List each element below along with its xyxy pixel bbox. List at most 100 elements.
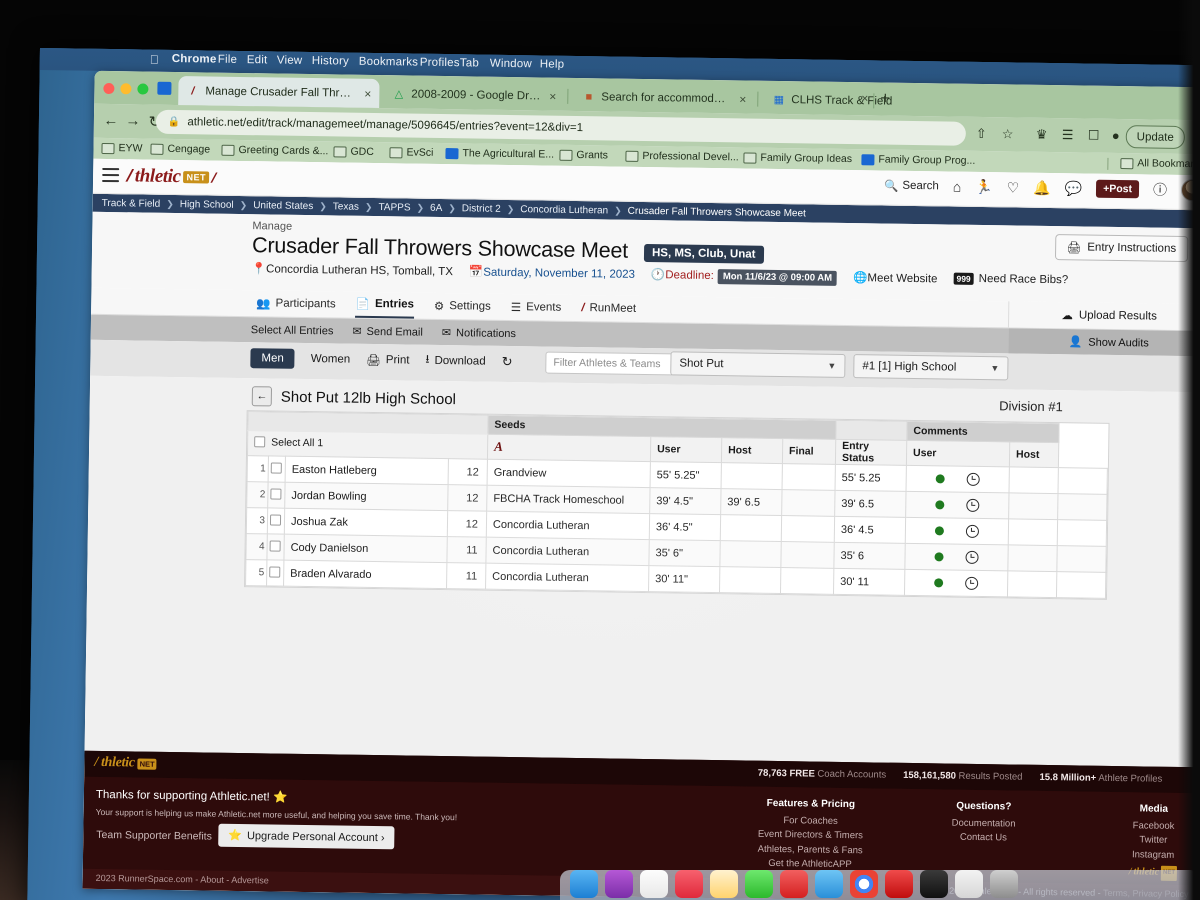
bell-icon[interactable]: 🔔 xyxy=(1033,179,1051,196)
seed-a[interactable]: 36' 4.5" xyxy=(649,513,721,541)
window-maximize-button[interactable] xyxy=(137,83,149,95)
dock-icon-messages[interactable] xyxy=(745,870,773,898)
comment-host[interactable] xyxy=(1056,571,1106,599)
entry-status[interactable] xyxy=(904,569,1008,597)
dock-icon-chrome[interactable] xyxy=(850,870,878,898)
breadcrumb-item-7[interactable]: Concordia Lutheran xyxy=(520,204,608,216)
dock-icon-dark-app[interactable] xyxy=(920,870,948,898)
forward-button[interactable]: → xyxy=(124,112,142,129)
breadcrumb-item-6[interactable]: District 2 xyxy=(462,203,501,215)
breadcrumb-item-0[interactable]: Track & Field xyxy=(102,197,161,209)
row-checkbox[interactable] xyxy=(270,461,282,474)
entry-status[interactable] xyxy=(905,491,1010,519)
comment-host[interactable] xyxy=(1057,519,1107,547)
browser-tab-1[interactable]: △ 2008-2009 - Google Drive × xyxy=(384,79,564,111)
meet-website-link[interactable]: 🌐Meet Website xyxy=(853,270,938,285)
browser-tab-3[interactable]: ▦ CLHS Track & Field xyxy=(764,85,914,116)
menu-bookmarks[interactable]: Bookmarks xyxy=(359,56,418,69)
row-checkbox-cell[interactable] xyxy=(266,559,284,587)
browser-tab-2[interactable]: ■ Search for accommodations in × xyxy=(574,82,754,114)
clock-icon[interactable] xyxy=(965,524,980,538)
athlete-team[interactable]: FBCHA Track Homeschool xyxy=(486,485,651,514)
hamburger-menu-icon[interactable] xyxy=(102,167,120,186)
dock-icon-netflix[interactable] xyxy=(885,870,913,898)
comment-user[interactable] xyxy=(1008,492,1059,520)
row-checkbox[interactable] xyxy=(269,513,282,526)
breadcrumb-item-1[interactable]: High School xyxy=(180,199,234,211)
division-select[interactable]: #1 [1] High School ▼ xyxy=(853,354,1009,381)
refresh-icon[interactable]: ↻ xyxy=(502,354,513,370)
back-to-events-button[interactable]: ← xyxy=(251,386,273,407)
athlete-name[interactable]: Cody Danielson xyxy=(283,534,448,563)
athlete-name[interactable]: Braden Alvarado xyxy=(283,560,447,589)
filter-athletes-teams-input[interactable]: Filter Athletes & Teams xyxy=(545,351,676,376)
bookmark-1[interactable]: Cengage xyxy=(150,143,210,156)
menu-file[interactable]: File xyxy=(218,54,238,66)
menu-chrome[interactable]: Chrome xyxy=(172,53,217,66)
seed-host[interactable] xyxy=(782,463,836,491)
row-checkbox[interactable] xyxy=(270,487,282,500)
seed-a[interactable]: 39' 4.5" xyxy=(649,487,722,515)
menu-edit[interactable]: Edit xyxy=(247,54,268,66)
breadcrumb-item-5[interactable]: 6A xyxy=(430,202,442,213)
send-email-button[interactable]: ✉ Send Email xyxy=(352,325,423,339)
row-checkbox-cell[interactable] xyxy=(267,507,285,535)
tab-events[interactable]: ☰ Events xyxy=(511,294,562,321)
tab-search-icon[interactable] xyxy=(157,81,172,95)
update-button[interactable]: Update xyxy=(1125,125,1185,149)
heart-icon[interactable]: ♡ xyxy=(1007,179,1020,196)
bookmark-0[interactable]: EYW xyxy=(101,142,143,155)
seed-user[interactable] xyxy=(719,540,782,568)
clock-icon[interactable] xyxy=(965,550,979,564)
browser-tab-3-close-icon[interactable]: × xyxy=(861,91,868,105)
help-icon[interactable]: ⓘ xyxy=(1153,180,1167,200)
seed-user[interactable] xyxy=(720,514,782,542)
window-close-button[interactable] xyxy=(103,82,115,95)
chat-icon[interactable]: 💬 xyxy=(1065,180,1083,197)
clock-icon[interactable] xyxy=(966,472,980,486)
download-button[interactable]: ⭳ Download xyxy=(425,351,485,371)
menu-profiles[interactable]: Profiles xyxy=(420,57,460,70)
dock-icon-mail[interactable] xyxy=(815,870,843,898)
browser-tab-2-close-icon[interactable]: × xyxy=(737,92,746,106)
select-all-entries-button[interactable]: Select All Entries xyxy=(251,324,334,337)
menu-tab[interactable]: Tab xyxy=(460,57,479,69)
entry-status[interactable] xyxy=(906,465,1010,493)
clock-icon[interactable] xyxy=(966,498,980,512)
event-select[interactable]: Shot Put ▼ xyxy=(670,351,846,378)
athlete-team[interactable]: Concordia Lutheran xyxy=(485,537,650,566)
bookmark-9[interactable]: Family Group Prog... xyxy=(861,153,975,167)
gender-toggle-women[interactable]: Women xyxy=(311,353,351,366)
seed-host[interactable] xyxy=(780,541,835,569)
runner-icon[interactable]: 🏃 xyxy=(975,178,993,195)
comment-user[interactable] xyxy=(1008,518,1058,546)
macos-dock[interactable] xyxy=(560,870,1200,900)
athlete-team[interactable]: Grandview xyxy=(487,459,651,488)
comment-host[interactable] xyxy=(1056,545,1107,573)
athlete-team[interactable]: Concordia Lutheran xyxy=(485,563,649,592)
back-button[interactable]: ← xyxy=(102,112,120,129)
breadcrumb-item-3[interactable]: Texas xyxy=(333,201,359,212)
row-checkbox-cell[interactable] xyxy=(268,455,286,483)
notifications-button[interactable]: ✉ Notifications xyxy=(442,326,516,340)
show-audits-button[interactable]: 👤 Show Audits xyxy=(1008,328,1200,357)
tab-participants[interactable]: 👥 Participants xyxy=(256,290,336,317)
footer-link-contact-us[interactable]: Contact Us xyxy=(913,830,1053,847)
breadcrumb-item-4[interactable]: TAPPS xyxy=(378,202,410,213)
dock-icon-finder[interactable] xyxy=(570,870,598,898)
row-checkbox[interactable] xyxy=(269,565,281,578)
row-checkbox[interactable] xyxy=(269,539,281,552)
entry-status[interactable] xyxy=(905,517,1009,545)
seed-a[interactable]: 35' 6" xyxy=(648,539,721,567)
athlete-name[interactable]: Easton Hatleberg xyxy=(285,456,449,485)
seed-host[interactable] xyxy=(780,567,834,595)
tab-runmeet[interactable]: / RunMeet xyxy=(581,295,636,322)
comment-user[interactable] xyxy=(1007,544,1058,572)
seed-host[interactable] xyxy=(781,489,836,517)
breadcrumb-item-2[interactable]: United States xyxy=(253,200,313,212)
bookmark-7[interactable]: Professional Devel... xyxy=(625,150,739,163)
dock-icon-youtube[interactable] xyxy=(780,870,808,898)
athlete-name[interactable]: Jordan Bowling xyxy=(284,482,449,511)
menu-help[interactable]: Help xyxy=(540,58,565,70)
menu-view[interactable]: View xyxy=(277,55,303,67)
